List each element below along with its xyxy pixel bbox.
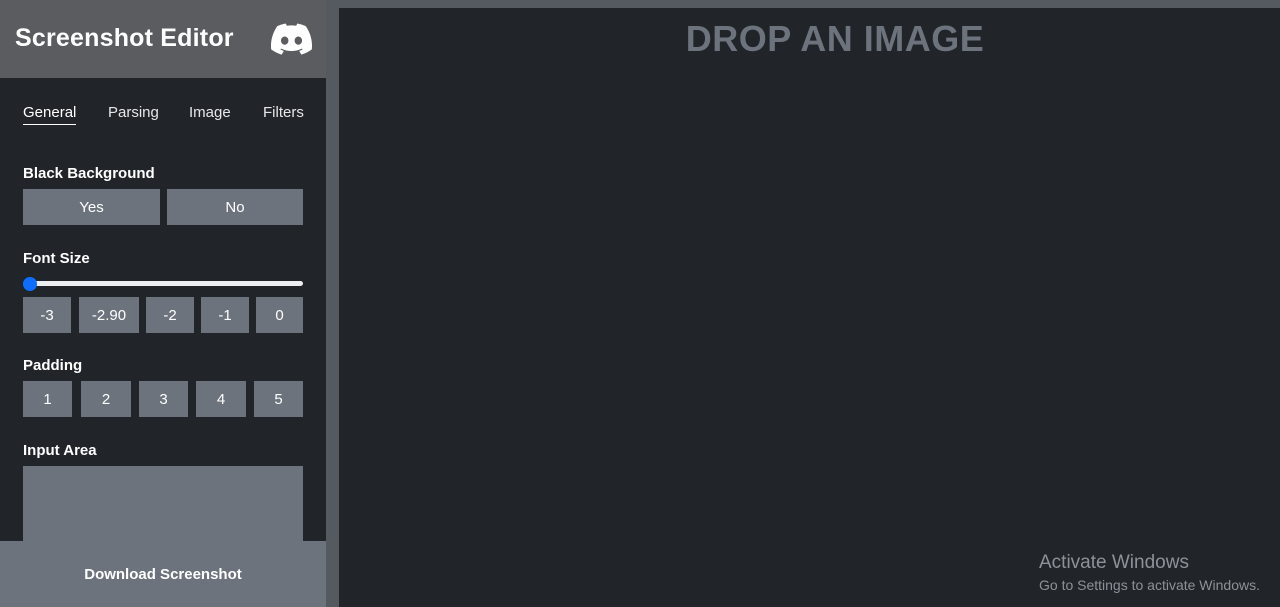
activate-windows-watermark: Activate Windows Go to Settings to activ… — [1039, 552, 1260, 594]
font-size-preset-button[interactable]: -1 — [201, 297, 249, 333]
watermark-subtitle: Go to Settings to activate Windows. — [1039, 577, 1260, 593]
padding-label: Padding — [23, 357, 83, 374]
watermark-title: Activate Windows — [1039, 552, 1189, 573]
tab-filters[interactable]: Filters — [263, 104, 304, 124]
font-size-preset-button[interactable]: -3 — [23, 297, 71, 333]
black-background-label: Black Background — [23, 165, 155, 182]
black-background-no-button[interactable]: No — [167, 189, 303, 225]
font-size-slider[interactable] — [23, 277, 303, 291]
slider-thumb[interactable] — [23, 277, 37, 291]
font-size-label: Font Size — [23, 250, 90, 267]
app-window: Screenshot Editor General Parsing Image … — [0, 0, 1280, 607]
tab-image[interactable]: Image — [189, 104, 231, 124]
padding-option-button[interactable]: 3 — [139, 381, 188, 417]
font-size-preset-button[interactable]: -2 — [146, 297, 194, 333]
drop-image-text: DROP AN IMAGE — [685, 18, 985, 59]
padding-option-button[interactable]: 4 — [196, 381, 246, 417]
input-area-label: Input Area — [23, 442, 97, 459]
black-background-yes-button[interactable]: Yes — [23, 189, 160, 225]
image-drop-zone[interactable]: DROP AN IMAGE Activate Windows Go to Set… — [339, 8, 1280, 607]
tab-general[interactable]: General — [23, 104, 77, 125]
slider-track — [23, 281, 303, 286]
settings-tabs: General Parsing Image Filters — [23, 104, 313, 128]
font-size-preset-button[interactable]: -2.90 — [79, 297, 139, 333]
font-size-preset-button[interactable]: 0 — [256, 297, 303, 333]
download-screenshot-button[interactable]: Download Screenshot — [0, 541, 326, 607]
padding-option-button[interactable]: 5 — [254, 381, 303, 417]
padding-option-button[interactable]: 2 — [81, 381, 131, 417]
padding-option-button[interactable]: 1 — [23, 381, 72, 417]
sidebar: Screenshot Editor General Parsing Image … — [0, 0, 326, 607]
tab-parsing[interactable]: Parsing — [108, 104, 159, 124]
